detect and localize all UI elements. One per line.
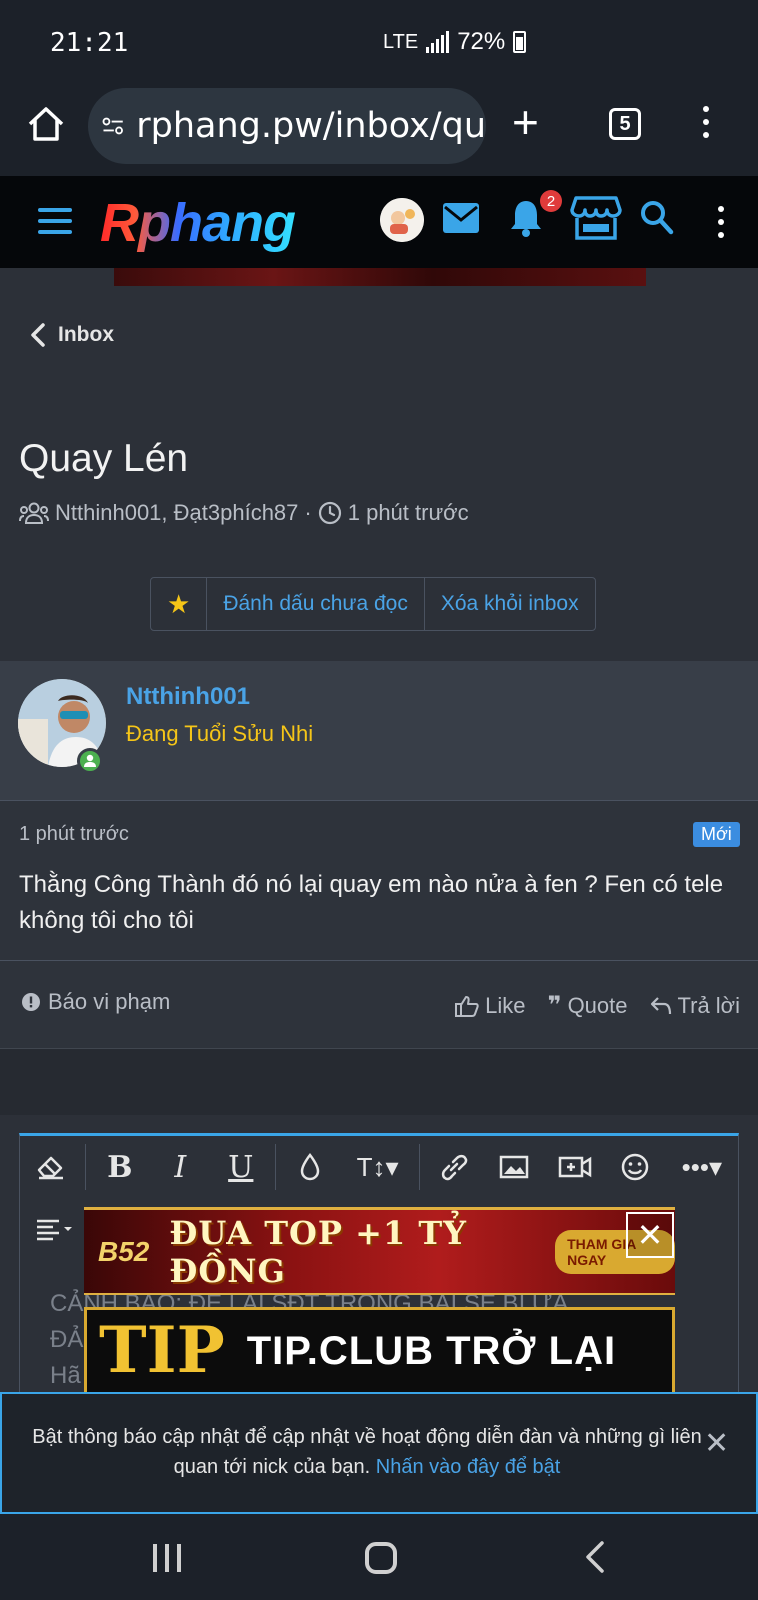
clock-icon — [318, 501, 341, 525]
home-button-icon[interactable] — [365, 1542, 397, 1574]
notification-count-badge: 2 — [540, 190, 562, 212]
page-title: Quay Lén — [19, 437, 189, 480]
message-time[interactable]: 1 phút trước — [19, 823, 129, 846]
like-label: Like — [485, 992, 526, 1018]
battery-icon — [513, 31, 527, 53]
push-notification-prompt: Bật thông báo cập nhật để cập nhật về ho… — [0, 1392, 758, 1514]
like-button[interactable]: Like — [455, 991, 525, 1020]
browser-toolbar: rphang.pw/inbox/qu + 5 — [0, 80, 758, 176]
ad-banner-b52[interactable]: B52 ĐUA TOP +1 TỶ ĐỒNG THAM GIA NGAY — [84, 1207, 675, 1295]
alert-icon — [22, 993, 40, 1011]
ad-close-icon[interactable]: ✕ — [626, 1212, 674, 1258]
quote-icon: ❞ — [547, 992, 562, 1019]
participants[interactable]: Ntthinh001, Đạt3phích87 — [55, 500, 298, 526]
ad-banner-tip[interactable]: TIP TIP.CLUB TRỞ LẠI — [84, 1307, 675, 1392]
notification-message: Bật thông báo cập nhật để cập nhật về ho… — [32, 1426, 702, 1478]
battery-percent: 72% — [457, 28, 506, 55]
bold-icon[interactable]: B — [89, 1136, 150, 1198]
ad-logo: TIP — [99, 1313, 225, 1388]
reply-label: Trả lời — [677, 992, 741, 1018]
message-body: 1 phút trước Mới Thằng Công Thành đó nó … — [0, 801, 758, 961]
close-icon[interactable]: ✕ — [704, 1426, 729, 1461]
network-label: LTE — [383, 30, 419, 53]
quote-button[interactable]: ❞ Quote — [547, 991, 627, 1020]
message-footer: Báo vi phạm Like ❞ Quote Trả lời — [0, 961, 758, 1049]
thumbs-up-icon — [455, 995, 479, 1017]
ad-headline: TIP.CLUB TRỞ LẠI — [246, 1328, 617, 1373]
smiley-icon[interactable] — [605, 1136, 666, 1198]
new-tab-icon[interactable]: + — [512, 99, 539, 145]
ad-headline: ĐUA TOP +1 TỶ ĐỒNG — [169, 1213, 467, 1290]
store-icon[interactable] — [570, 194, 622, 242]
new-badge: Mới — [693, 822, 740, 847]
avatar-image — [380, 198, 424, 242]
align-icon[interactable] — [20, 1198, 90, 1260]
toolbar-divider — [418, 1144, 420, 1190]
report-label: Báo vi phạm — [48, 989, 171, 1014]
users-icon — [19, 502, 49, 524]
header-banner-strip — [114, 268, 646, 286]
site-settings-icon[interactable] — [102, 113, 124, 139]
breadcrumb-inbox[interactable]: Inbox — [58, 323, 114, 347]
video-icon[interactable] — [545, 1136, 606, 1198]
reply-button[interactable]: Trả lời — [650, 991, 741, 1020]
report-button[interactable]: Báo vi phạm — [22, 989, 170, 1015]
toolbar-divider — [275, 1144, 276, 1190]
back-icon[interactable] — [584, 1540, 606, 1574]
chevron-left-icon — [31, 323, 45, 347]
tab-switcher-button[interactable]: 5 — [609, 108, 641, 140]
mail-icon[interactable] — [442, 202, 480, 234]
message-user-block: Ntthinh001 Đang Tuổi Sửu Nhi — [0, 661, 758, 801]
online-status-icon — [77, 748, 103, 774]
more-options-icon[interactable]: •••▾ — [666, 1136, 738, 1198]
toolbar-divider — [84, 1144, 86, 1190]
underline-icon[interactable]: U — [211, 1136, 272, 1198]
section-gap — [0, 1049, 758, 1115]
link-icon[interactable] — [424, 1136, 485, 1198]
message-text: Thằng Công Thành đó nó lại quay em nào n… — [19, 871, 724, 934]
italic-icon[interactable]: I — [150, 1136, 211, 1198]
thread-action-bar: ★ Đánh dấu chưa đọc Xóa khỏi inbox — [150, 577, 596, 631]
status-indicators: LTE 72% — [383, 28, 527, 56]
search-icon[interactable] — [640, 200, 674, 236]
thread-meta: Ntthinh001, Đạt3phích87 · 1 phút trước — [19, 500, 469, 526]
site-more-icon[interactable] — [718, 206, 724, 238]
address-bar[interactable]: rphang.pw/inbox/qu — [88, 88, 486, 164]
mark-unread-button[interactable]: Đánh dấu chưa đọc — [207, 578, 425, 630]
status-time: 21:21 — [50, 28, 129, 58]
eraser-icon[interactable] — [20, 1136, 81, 1198]
image-icon[interactable] — [484, 1136, 545, 1198]
recent-apps-icon[interactable] — [153, 1544, 181, 1572]
bell-icon[interactable] — [509, 198, 543, 238]
breadcrumb[interactable]: Inbox — [30, 323, 114, 347]
hamburger-menu-icon[interactable] — [38, 208, 72, 234]
font-size-icon[interactable]: T↕▾ — [341, 1136, 415, 1198]
thread-time: 1 phút trước — [347, 500, 469, 525]
user-avatar[interactable] — [380, 198, 424, 242]
reply-icon — [650, 996, 671, 1014]
status-bar: 21:21 LTE 72% — [0, 0, 758, 80]
enable-notifications-link[interactable]: Nhấn vào đây để bật — [376, 1456, 561, 1478]
signal-icon — [426, 31, 450, 53]
star-icon[interactable]: ★ — [151, 578, 208, 630]
text-color-icon[interactable] — [280, 1136, 341, 1198]
home-icon[interactable] — [24, 102, 68, 146]
editor-toolbar: B I U T↕▾ •••▾ — [20, 1136, 738, 1198]
editor-toolbar-row2 — [20, 1202, 90, 1256]
notification-text: Bật thông báo cập nhật để cập nhật về ho… — [32, 1422, 702, 1482]
site-header: Rphang 2 — [0, 176, 758, 268]
message-username[interactable]: Ntthinh001 — [126, 683, 250, 711]
ad-logo: B52 — [98, 1235, 150, 1267]
url-text: rphang.pw/inbox/qu — [136, 106, 486, 146]
meta-separator: · — [304, 500, 312, 525]
browser-menu-icon[interactable] — [703, 106, 709, 138]
message-actions: Like ❞ Quote Trả lời — [455, 991, 740, 1020]
user-title: Đang Tuổi Sửu Nhi — [126, 721, 314, 746]
quote-label: Quote — [567, 992, 628, 1018]
remove-from-inbox-button[interactable]: Xóa khỏi inbox — [425, 578, 595, 630]
system-navigation-bar — [0, 1514, 758, 1600]
site-logo[interactable]: Rphang — [100, 192, 296, 254]
